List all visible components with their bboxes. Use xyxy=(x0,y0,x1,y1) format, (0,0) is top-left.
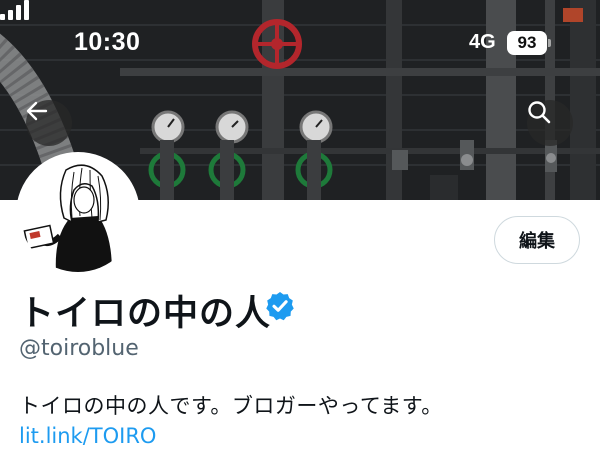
profile-website-link[interactable]: lit.link/TOIRO xyxy=(19,424,156,448)
status-bar-time: 10:30 xyxy=(74,28,141,56)
profile-display-name: トイロの中の人 xyxy=(19,294,272,334)
profile-avatar[interactable] xyxy=(16,152,140,276)
avatar-illustration xyxy=(20,156,136,272)
back-button[interactable] xyxy=(26,100,72,146)
network-type-label: 4G xyxy=(469,31,496,53)
search-icon xyxy=(528,101,551,124)
battery-tip xyxy=(548,39,551,47)
verified-badge-icon[interactable] xyxy=(264,290,296,322)
edit-profile-button[interactable]: 編集 xyxy=(494,216,580,264)
search-button[interactable] xyxy=(527,100,573,146)
profile-handle: @toiroblue xyxy=(19,336,139,361)
cellular-signal-icon xyxy=(0,0,29,20)
battery-indicator: 93 xyxy=(507,31,547,55)
battery-level: 93 xyxy=(517,33,537,52)
profile-bio: トイロの中の人です。ブロガーやってます。 xyxy=(19,394,443,418)
arrow-left-icon xyxy=(26,101,48,121)
